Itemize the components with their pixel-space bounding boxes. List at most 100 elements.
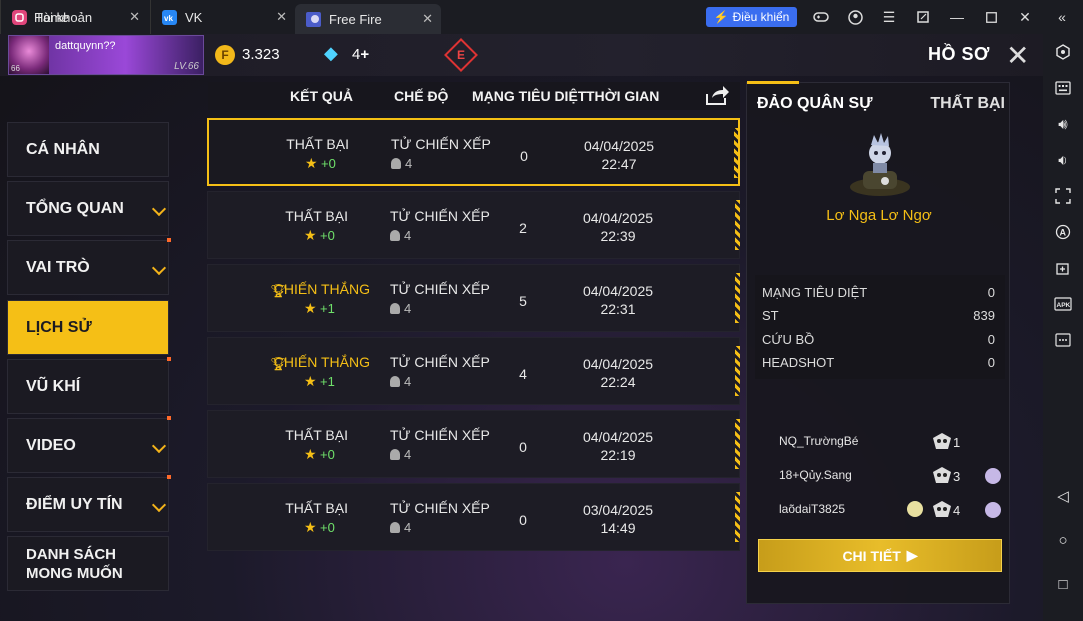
screenshot-icon[interactable] <box>1053 186 1073 206</box>
menu-overview[interactable]: TỔNG QUAN <box>7 181 169 236</box>
panel-accent <box>747 81 799 84</box>
match-date: 04/04/2025 <box>582 356 654 372</box>
stat-value: 0 <box>987 332 995 347</box>
person-icon <box>391 158 401 169</box>
page-title: HỒ SƠ <box>928 44 990 64</box>
back-icon[interactable]: ◁ <box>1053 486 1073 506</box>
add-friend-icon[interactable] <box>985 502 1001 518</box>
person-icon <box>390 522 400 533</box>
kill-count: 0 <box>519 439 527 455</box>
volume-down-icon[interactable]: 🔉︎ <box>1053 150 1073 170</box>
chevron-down-icon <box>151 260 167 276</box>
vk-icon: vk <box>161 9 177 25</box>
kill-count: 2 <box>519 220 527 236</box>
add-friend-icon[interactable] <box>985 468 1001 484</box>
pin-icon[interactable] <box>914 8 932 26</box>
row-accent <box>735 273 740 323</box>
gold-value: 3.323 <box>242 46 280 63</box>
elite-pass-icon[interactable]: E <box>444 38 478 72</box>
menu-role[interactable]: VAI TRÒ <box>7 238 171 295</box>
player-count: 4 <box>390 447 411 462</box>
keyboard-icon[interactable] <box>1053 78 1073 98</box>
gamepad-icon[interactable] <box>812 8 830 26</box>
row-accent <box>735 346 740 396</box>
stats-box: MẠNG TIÊU DIỆT 0 ST 839 CỨU BỒ 0 HEADSHO… <box>755 275 1005 379</box>
home-circle-icon[interactable]: ○ <box>1053 530 1073 550</box>
minimize-icon[interactable]: — <box>948 8 966 26</box>
tab-label: VK <box>185 9 203 25</box>
player-count: 4 <box>390 520 411 535</box>
details-button[interactable]: CHI TIẾT ▶ <box>758 539 1002 572</box>
game-area: 66 dattquynn?? LV.66 F 3.323 ◆ 4+ E HỒ S… <box>0 34 1043 621</box>
menu-history[interactable]: LỊCH SỬ <box>7 300 169 355</box>
more-icon[interactable] <box>1053 330 1073 350</box>
table-row[interactable]: THẤT BẠI ★+0 TỬ CHIẾN XẾP HẠ 4 2 04/04/2025 22… <box>207 191 740 259</box>
stat-label: ST <box>762 308 779 323</box>
table-row[interactable]: THẤT BẠI ★+0 TỬ CHIẾN XẾP HẠ 4 0 04/04/2025 22… <box>207 410 740 478</box>
multi-instance-icon[interactable] <box>1053 258 1073 278</box>
teammate-name: laõdaiT3825 <box>779 502 846 516</box>
teammate-name: NQ_TrườngBé <box>779 434 859 448</box>
diamond-icon: ◆ <box>324 43 338 63</box>
menu-weapons[interactable]: VŨ KHÍ <box>7 357 171 414</box>
kill-skull-icon <box>933 467 951 483</box>
kill-count: 5 <box>519 293 527 309</box>
account-icon[interactable] <box>846 8 864 26</box>
menu-video[interactable]: VIDEO <box>7 416 171 473</box>
column-result: KẾT QUẢ <box>290 88 353 104</box>
right-toolbar: 🔊︎ 🔉︎ A APK ◁ ○ □ <box>1043 34 1083 621</box>
teammate-kills: 3 <box>953 469 961 484</box>
share-icon[interactable] <box>704 84 730 106</box>
settings-hex-icon[interactable] <box>1053 42 1073 62</box>
map-name: ĐẢO QUÂN SỰ <box>757 95 873 112</box>
result-label: THẤT BẠI <box>285 427 348 443</box>
rank-points: +0 <box>320 228 335 243</box>
tab-vk[interactable]: vk VK ✕ <box>150 0 295 34</box>
volume-up-icon[interactable]: 🔊︎ <box>1053 114 1073 134</box>
menu-personal[interactable]: CÁ NHÂN <box>7 122 169 177</box>
kill-skull-icon <box>933 501 951 517</box>
collapse-icon[interactable]: « <box>1053 8 1071 26</box>
close-icon[interactable]: ✕ <box>1006 39 1029 72</box>
player-count: 4 <box>390 228 411 243</box>
menu-wishlist[interactable]: DANH SÁCH MONG MUỐN <box>7 536 169 591</box>
gold-coin-icon: F <box>215 45 235 65</box>
mode-label: TỬ CHIẾN XẾP HẠ <box>391 136 495 152</box>
tab-free-fire[interactable]: Free Fire ✕ <box>295 4 441 34</box>
person-icon <box>390 303 400 314</box>
column-time: THỜI GIAN <box>586 88 660 104</box>
player-count: 4 <box>391 156 412 171</box>
rank-points: +0 <box>320 447 335 462</box>
svg-text:A: A <box>1060 228 1067 238</box>
close-icon[interactable]: ✕ <box>422 11 433 27</box>
match-time: 22:31 <box>600 301 636 317</box>
match-time: 22:24 <box>600 374 636 390</box>
match-detail-panel: ĐẢO QUÂN SỰ THẤT BẠI Lơ Nga Lơ Ngơ MẠNG … <box>746 81 1010 604</box>
maximize-icon[interactable] <box>982 8 1000 26</box>
rank-points: +1 <box>320 374 335 389</box>
menu-reputation[interactable]: ĐIỂM UY TÍN <box>7 475 171 532</box>
close-icon[interactable]: ✕ <box>276 9 287 25</box>
chevron-down-icon <box>151 497 167 513</box>
tab-label: Free Fire <box>329 11 382 27</box>
history-table-header: KẾT QUẢ CHẾ ĐỘ MẠNG TIÊU DIỆT THỜI GIAN <box>208 82 740 110</box>
menu-icon[interactable]: ☰ <box>880 8 898 26</box>
tab-account[interactable]: Tài khoản ✕ <box>0 0 148 34</box>
notification-dot <box>167 238 171 242</box>
close-window-icon[interactable]: ✕ <box>1016 8 1034 26</box>
control-button[interactable]: ⚡ Điều khiển <box>706 7 797 27</box>
auto-click-icon[interactable]: A <box>1053 222 1073 242</box>
table-row[interactable]: THẤT BẠI ★+0 TỬ CHIẾN XẾP HẠ 4 0 03/04/2025 14… <box>207 483 740 551</box>
apk-icon[interactable]: APK <box>1053 294 1073 314</box>
kill-count: 4 <box>519 366 527 382</box>
avatar-level: 66 <box>11 64 20 73</box>
player-count: 4 <box>390 301 411 316</box>
recent-apps-icon[interactable]: □ <box>1053 574 1073 594</box>
player-banner[interactable]: 66 dattquynn?? LV.66 <box>8 35 204 75</box>
mode-label: TỬ CHIẾN XẾP HẠ <box>390 354 494 370</box>
close-icon[interactable]: ✕ <box>129 9 140 25</box>
table-row[interactable]: THẤT BẠI ★+0 TỬ CHIẾN XẾP HẠ 4 0 04/04/2025 22… <box>207 118 740 186</box>
diamond-value[interactable]: 4+ <box>352 46 369 63</box>
table-row[interactable]: 🏆︎CHIẾN THẮNG★+1TỬ CHIẾN XẾP HẠ4404/04/2… <box>207 337 740 405</box>
table-row[interactable]: 🏆︎CHIẾN THẮNG★+1TỬ CHIẾN XẾP HẠ4504/04/2… <box>207 264 740 332</box>
